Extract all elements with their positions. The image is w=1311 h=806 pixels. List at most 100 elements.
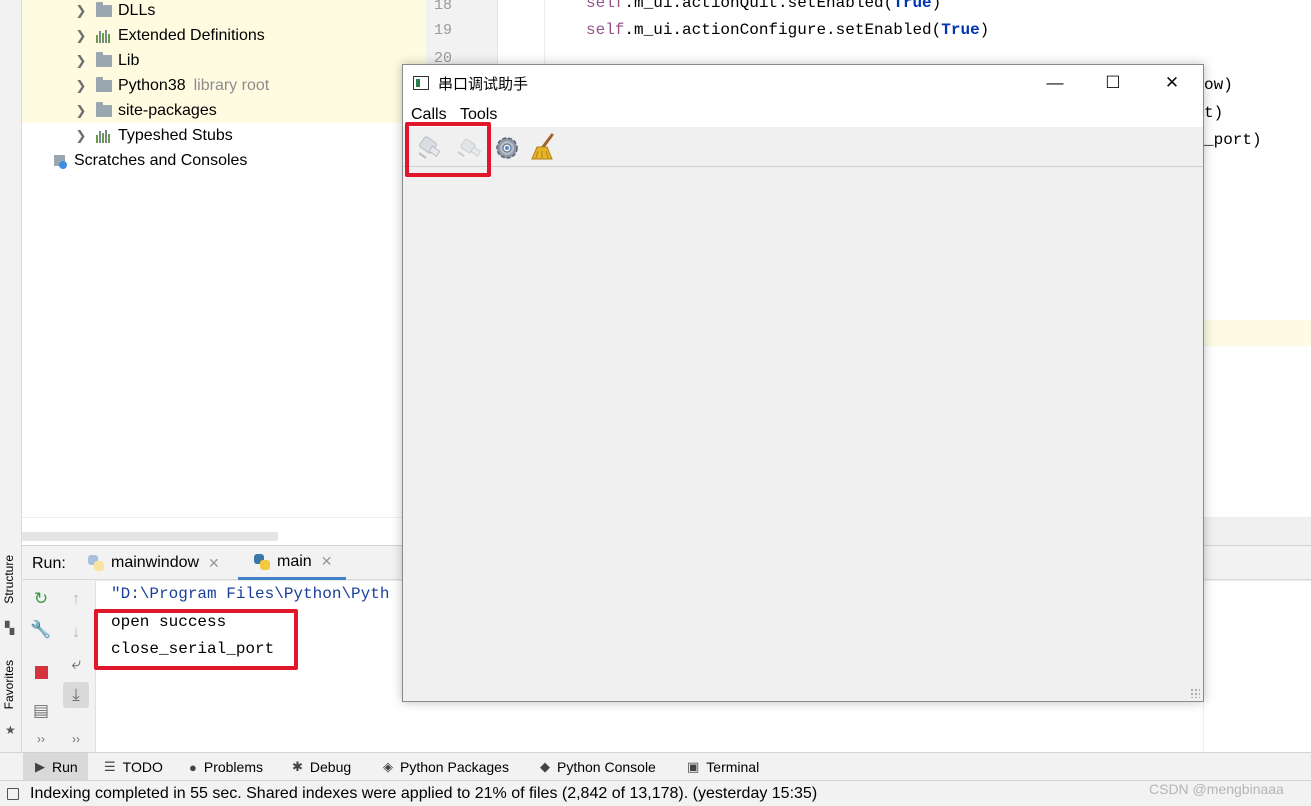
tree-item-typeshed-stubs[interactable]: ❯ Typeshed Stubs <box>74 123 233 148</box>
python-console-icon: ◆ <box>540 759 550 774</box>
bottom-tab-label: TODO <box>122 759 163 775</box>
library-icon <box>96 29 112 43</box>
bottom-tab-label: Python Console <box>557 759 656 775</box>
configure-gear-icon[interactable] <box>491 131 523 163</box>
code-fragment: t) <box>1204 104 1224 122</box>
more-icon[interactable]: ›› <box>63 726 89 752</box>
scrollbar-thumb[interactable] <box>22 532 278 541</box>
bottom-tab-label: Terminal <box>706 759 760 775</box>
close-icon[interactable]: ✕ <box>208 555 220 572</box>
more-icon[interactable]: ›› <box>28 726 54 752</box>
close-button[interactable]: ✕ <box>1143 65 1201 101</box>
favorites-tab[interactable]: Favorites <box>2 660 16 709</box>
status-message[interactable]: Indexing completed in 55 sec. Shared ind… <box>30 785 817 803</box>
bottom-tab-label: Run <box>52 759 78 775</box>
run-toolbar: ↻ ↑ 🔧 ↓ ⤶ ⤓ ▤ ›› ›› <box>22 580 96 753</box>
layout-icon[interactable]: ▤ <box>28 698 54 724</box>
bottom-tab-problems[interactable]: ● Problems <box>189 753 263 781</box>
code-fragment: ow) <box>1204 76 1233 94</box>
chevron-right-icon[interactable]: ❯ <box>74 3 88 19</box>
debug-icon: ✱ <box>292 759 303 774</box>
line-number: 18 <box>433 0 452 14</box>
bottom-tab-label: Python Packages <box>400 759 509 775</box>
bottom-tab-todo[interactable]: ☰ TODO <box>104 753 163 781</box>
python-file-icon <box>254 553 270 570</box>
chevron-right-icon[interactable]: ❯ <box>74 78 88 94</box>
code-text: ) <box>979 21 990 39</box>
scratches-icon <box>52 153 68 169</box>
tree-item-label: Python38 <box>118 76 186 94</box>
code-line-18: self.m_ui.actionQuit.setEnabled(True) <box>586 0 941 12</box>
resize-grip-icon[interactable] <box>1190 688 1200 698</box>
minimize-button[interactable]: — <box>1026 65 1084 101</box>
panel-toggle-icon[interactable] <box>7 788 19 800</box>
code-text: .m_ui.actionQuit.setEnabled( <box>624 0 894 12</box>
tree-item-lib[interactable]: ❯ Lib <box>74 48 139 73</box>
stop-icon[interactable] <box>28 659 54 685</box>
close-icon[interactable]: ✕ <box>321 553 333 570</box>
tree-item-dlls[interactable]: ❯ DLLs <box>74 0 155 23</box>
bottom-tab-python-packages[interactable]: ◈ Python Packages <box>383 753 509 781</box>
library-root-note: library root <box>193 76 270 94</box>
run-icon: ▶ <box>35 759 45 774</box>
arrow-up-icon[interactable]: ↑ <box>63 586 89 612</box>
tree-item-python38[interactable]: ❯ Python38 library root <box>74 73 269 98</box>
star-icon: ★ <box>5 723 16 737</box>
watermark: CSDN @mengbinaaa <box>1149 781 1284 797</box>
annotation-box-console <box>94 609 298 670</box>
bottom-tab-label: Problems <box>203 759 263 775</box>
bottom-tab-terminal[interactable]: ▣ Terminal <box>687 753 759 781</box>
run-tab-mainwindow[interactable]: mainwindow ✕ <box>88 546 220 580</box>
wrench-icon[interactable]: 🔧 <box>28 617 54 643</box>
clear-broom-icon[interactable] <box>528 131 560 163</box>
run-tab-main[interactable]: main ✕ <box>238 546 347 580</box>
bottom-tool-tabs: ▶ Run ☰ TODO ● Problems ✱ Debug ◈ Python Pack… <box>0 752 1311 781</box>
tree-item-label: Extended Definitions <box>118 26 265 44</box>
window-content-area <box>403 168 1203 701</box>
console-side-area <box>1203 581 1311 754</box>
status-bar: Indexing completed in 55 sec. Shared ind… <box>0 780 1311 806</box>
code-text: .m_ui.actionConfigure.setEnabled( <box>624 21 942 39</box>
arrow-down-icon[interactable]: ↓ <box>63 619 89 645</box>
scroll-to-end-icon[interactable]: ⤓ <box>63 682 89 708</box>
bottom-tab-run[interactable]: ▶ Run <box>23 753 88 781</box>
tree-item-extended-definitions[interactable]: ❯ Extended Definitions <box>74 23 265 48</box>
soft-wrap-icon[interactable]: ⤶ <box>63 651 89 677</box>
library-icon <box>96 129 112 143</box>
code-fragment: _port) <box>1204 131 1262 149</box>
maximize-button[interactable]: ☐ <box>1084 65 1142 101</box>
chevron-right-icon[interactable]: ❯ <box>74 28 88 44</box>
rerun-icon[interactable]: ↻ <box>28 586 54 612</box>
terminal-icon: ▣ <box>687 759 700 774</box>
tree-item-label: Scratches and Consoles <box>74 151 248 169</box>
console-line-command: "D:\Program Files\Python\Pyth <box>111 585 390 603</box>
window-titlebar[interactable]: 串口调试助手 — ☐ ✕ <box>403 65 1203 101</box>
bottom-tab-label: Debug <box>309 759 352 775</box>
tree-item-site-packages[interactable]: ❯ site-packages <box>74 98 217 123</box>
scroll-area-corner <box>1203 518 1311 546</box>
current-line-highlight <box>1202 320 1311 346</box>
code-self: self <box>586 21 625 39</box>
run-panel-title: Run: <box>32 555 66 572</box>
tree-item-scratches[interactable]: Scratches and Consoles <box>52 148 247 173</box>
chevron-right-icon[interactable]: ❯ <box>74 103 88 119</box>
problems-icon: ● <box>189 759 197 775</box>
tree-item-label: Typeshed Stubs <box>118 126 233 144</box>
chevron-right-icon[interactable]: ❯ <box>74 53 88 69</box>
main-toolbar <box>403 127 1203 167</box>
code-text: ) <box>931 0 942 12</box>
window-title: 串口调试助手 <box>438 75 529 93</box>
code-self: self <box>586 0 625 12</box>
chevron-right-icon[interactable]: ❯ <box>74 128 88 144</box>
bottom-tab-debug[interactable]: ✱ Debug <box>292 753 351 781</box>
folder-icon <box>96 51 112 67</box>
annotation-box-toolbar <box>405 122 491 177</box>
run-tab-label: mainwindow <box>111 554 200 571</box>
folder-icon <box>96 101 112 117</box>
structure-tab[interactable]: Structure <box>2 555 16 604</box>
code-keyword: True <box>941 21 980 39</box>
left-tool-strip: Structure ▚ Favorites ★ <box>0 0 22 752</box>
bottom-tab-python-console[interactable]: ◆ Python Console <box>540 753 656 781</box>
structure-icon: ▚ <box>5 621 15 635</box>
project-tree: ❯ DLLs ❯ Extended Definitions ❯ Lib ❯ Py… <box>22 0 426 545</box>
